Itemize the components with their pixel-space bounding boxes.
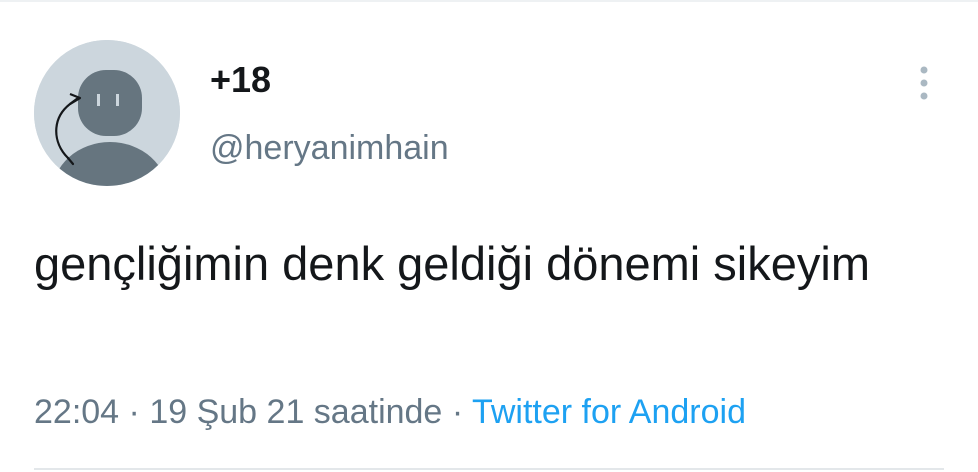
default-avatar-icon bbox=[34, 40, 180, 186]
user-handle[interactable]: @heryanimhain bbox=[210, 126, 449, 170]
tweet-time[interactable]: 22:04 bbox=[34, 393, 119, 431]
tweet-text: gençliğimin denk geldiği dönemi sikeyim bbox=[34, 237, 870, 290]
top-divider bbox=[0, 0, 978, 2]
tweet-source-link[interactable]: Twitter for Android bbox=[472, 393, 746, 431]
tweet-date[interactable]: 19 Şub 21 saatinde bbox=[149, 393, 442, 431]
display-name[interactable]: +18 bbox=[210, 58, 271, 102]
meta-separator: · bbox=[451, 393, 464, 431]
more-options-button[interactable] bbox=[908, 60, 940, 108]
avatar[interactable] bbox=[34, 40, 180, 186]
vertical-ellipsis-icon bbox=[920, 66, 928, 100]
tweet-meta: 22:04 · 19 Şub 21 saatinde · Twitter for… bbox=[34, 388, 746, 436]
tweet-card: +18 @heryanimhain gençliğimin denk geldi… bbox=[0, 0, 978, 472]
meta-separator: · bbox=[128, 393, 140, 431]
bottom-divider bbox=[34, 468, 944, 470]
